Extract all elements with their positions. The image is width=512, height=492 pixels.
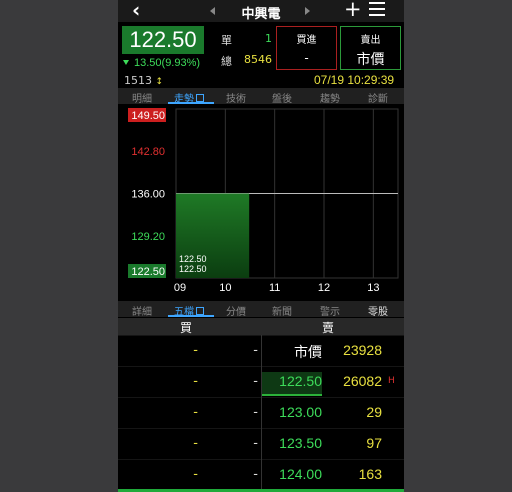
intraday-chart[interactable]: 149.50 142.80 136.00 129.20 122.50 09 10 11 12 13… [128, 106, 401, 297]
bid-price: - [253, 343, 258, 358]
expand-icon [196, 94, 204, 102]
y-tick-label: 129.20 [131, 231, 165, 243]
x-tick-label: 11 [269, 282, 280, 294]
ask-price: 123.50 [279, 435, 322, 451]
high-marker: H [388, 376, 395, 386]
ask-qty: 163 [358, 466, 382, 482]
last-price: 122.50 [129, 27, 197, 52]
menu-icon[interactable] [369, 2, 385, 16]
x-tick-label: 10 [219, 282, 231, 294]
y-tick-label: 142.80 [131, 146, 165, 158]
single-volume-label: 單 [221, 34, 232, 47]
tab-tendency[interactable]: 趨勢 [320, 90, 340, 105]
tab-details[interactable]: 詳細 [132, 303, 152, 318]
sort-icon: ↕ [155, 77, 164, 87]
inline-price-label: 122.50 [179, 264, 207, 274]
buy-title: 買進 [296, 35, 317, 46]
ask-qty: 26082 [343, 373, 382, 389]
y-tick-label: 122.50 [131, 266, 165, 278]
ask-price: 123.00 [279, 404, 322, 420]
tab-alerts[interactable]: 警示 [320, 303, 340, 318]
bid-qty: - [193, 436, 198, 451]
quote-time: 07/19 10:29:39 [314, 73, 395, 87]
ask-qty: 23928 [343, 342, 382, 358]
bid-price: - [253, 405, 258, 420]
tab-detail[interactable]: 明細 [132, 90, 152, 105]
ask-qty: 29 [366, 404, 382, 420]
price-change: 13.50(9.93%) [123, 57, 200, 69]
inline-price-label: 122.50 [179, 254, 207, 264]
tab-after-hours[interactable]: 盤後 [272, 90, 292, 105]
bid-price: - [253, 374, 258, 389]
chart-tabs: 明細 走勢 技術 盤後 趨勢 診斷 [118, 88, 404, 105]
x-tick-label: 09 [174, 282, 186, 294]
next-stock-icon[interactable] [305, 7, 310, 15]
order-book-divider [261, 335, 262, 492]
sell-price: 市價 [356, 52, 385, 68]
bid-qty: - [193, 467, 198, 482]
total-volume-label: 總 [221, 55, 232, 68]
x-tick-label: 12 [318, 282, 330, 294]
expand-icon [196, 307, 204, 315]
order-book-header: 買 賣 [118, 318, 404, 335]
down-arrow-icon [123, 60, 129, 65]
x-tick-label: 13 [367, 282, 379, 294]
total-volume-value: 8546 [244, 53, 272, 66]
y-tick-label: 136.00 [131, 189, 165, 201]
info-tabs: 詳細 五檔 分價 新聞 警示 零股 [118, 301, 404, 318]
sell-title: 賣出 [360, 35, 381, 46]
bid-price: - [253, 467, 258, 482]
app-window: ‹ 中興電 + 122.50 13.50(9.93%) 單 1 總 8546 買… [118, 0, 404, 492]
tab-price-distribution[interactable]: 分價 [226, 303, 246, 318]
single-volume-value: 1 [265, 32, 272, 45]
ask-qty: 97 [366, 435, 382, 451]
price-badge: 122.50 [122, 26, 204, 54]
buy-button[interactable]: 買進 - [276, 26, 337, 70]
buy-price: - [304, 51, 309, 65]
bid-qty: - [193, 343, 198, 358]
tab-technical[interactable]: 技術 [226, 90, 246, 105]
ask-header: 賣 [322, 321, 335, 335]
bid-price: - [253, 436, 258, 451]
tab-diagnosis[interactable]: 診斷 [368, 90, 388, 105]
active-tab-indicator [168, 102, 214, 104]
add-icon[interactable]: + [344, 0, 362, 21]
tab-odd-lot[interactable]: 零股 [368, 303, 388, 318]
bid-header: 買 [180, 321, 193, 335]
top-bar: ‹ 中興電 + [118, 0, 404, 22]
bid-qty: - [193, 374, 198, 389]
tab-news[interactable]: 新聞 [272, 303, 292, 318]
bid-qty: - [193, 405, 198, 420]
active-tab-indicator [168, 315, 214, 317]
ask-price: 市價 [294, 344, 322, 360]
sell-button[interactable]: 賣出 市價 [340, 26, 401, 70]
y-tick-label: 149.50 [131, 110, 165, 122]
ask-price: 124.00 [279, 466, 322, 482]
ask-price: 122.50 [279, 373, 322, 389]
volume-indicator: 1513 ↕ [124, 74, 164, 87]
